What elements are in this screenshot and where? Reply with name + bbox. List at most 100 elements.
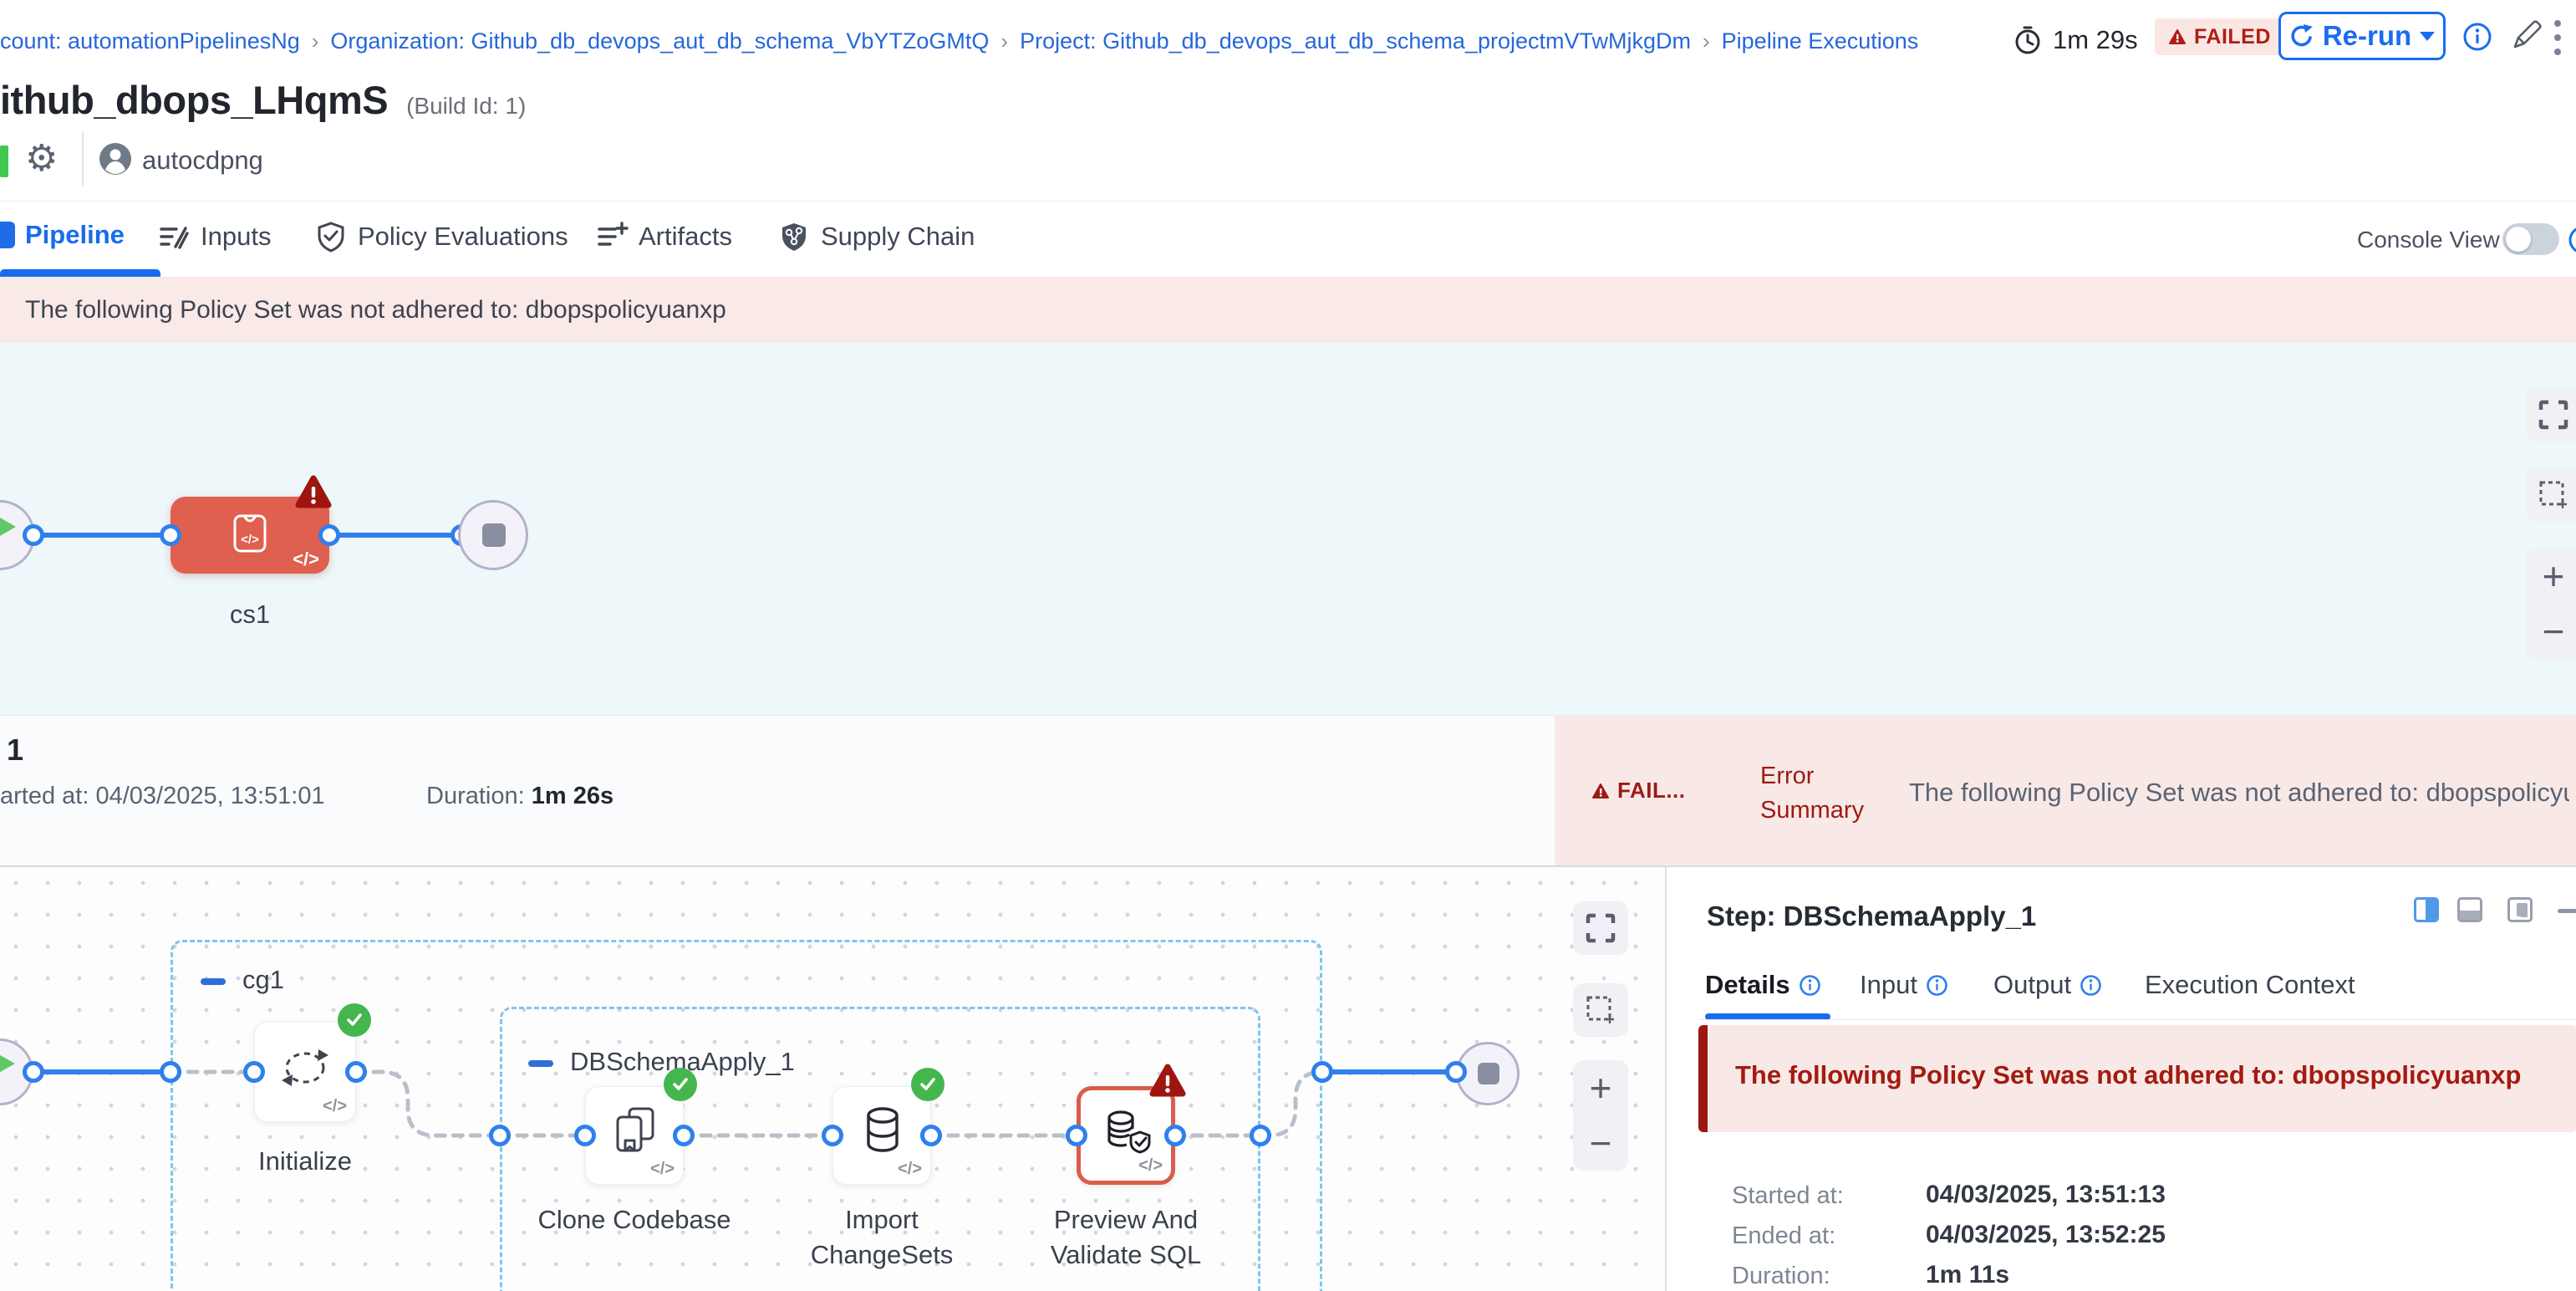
collapse-dbschemaapply-button[interactable] (528, 1060, 553, 1067)
failed-badge-icon (1148, 1062, 1187, 1100)
active-tab-underline (0, 269, 160, 277)
step-details-panel: Step: DBSchemaApply_1 Details (1667, 867, 2576, 1291)
info-icon[interactable] (2462, 22, 2492, 52)
breadcrumb-chevron-icon: › (312, 28, 319, 54)
stop-icon (1478, 1063, 1499, 1084)
console-view-toggle[interactable] (2502, 223, 2559, 255)
connection-point (574, 1125, 596, 1146)
execution-section: cg1 </> Initialize DBSchemaApply_1 (0, 867, 2576, 1291)
status-badge-label: FAILED (2194, 25, 2271, 49)
error-banner-bar (1698, 1025, 1708, 1132)
panel-tab-execution-context-label: Execution Context (2145, 970, 2355, 1000)
tab-policy-evaluations[interactable]: Policy Evaluations (314, 220, 568, 253)
breadcrumb-chevron-icon: › (1703, 28, 1710, 54)
minimize-panel-button[interactable] (2558, 909, 2576, 913)
tab-supply-chain[interactable]: Supply Chain (777, 220, 975, 253)
step-panel-title: Step: DBSchemaApply_1 (1707, 901, 2036, 932)
connection-point (920, 1125, 942, 1146)
build-id: (Build Id: 1) (406, 93, 526, 120)
gear-icon[interactable]: ⚙ (25, 137, 58, 181)
info-icon[interactable] (2568, 225, 2576, 255)
status-color-sliver (0, 145, 8, 177)
pipeline-end-node[interactable] (458, 500, 528, 570)
refresh-icon (278, 1044, 332, 1091)
connection-point (160, 1061, 181, 1083)
tab-inputs[interactable]: Inputs (157, 220, 271, 253)
rerun-button[interactable]: Re-run (2278, 12, 2446, 60)
connection-point (318, 524, 340, 546)
error-summary-line1: Error (1760, 759, 1864, 793)
layout-split-right-button[interactable] (2414, 897, 2439, 922)
play-icon (0, 1052, 15, 1075)
step-node-label: Import ChangeSets (773, 1202, 990, 1273)
elapsed-time-value: 1m 29s (2053, 25, 2138, 55)
marquee-select-icon (1585, 994, 1616, 1026)
tab-pipeline[interactable]: Pipeline (0, 220, 125, 250)
step-node-import-changesets[interactable]: </> (832, 1086, 931, 1185)
zoom-in-button[interactable]: + (2543, 557, 2565, 595)
error-summary-label: Error Summary (1760, 759, 1864, 828)
duration-label: Duration: (426, 783, 525, 809)
breadcrumb-organization[interactable]: Organization: Github_db_devops_aut_db_sc… (330, 28, 989, 54)
layout-split-bottom-button[interactable] (2457, 897, 2482, 922)
started-at-text: arted at: 04/03/2025, 13:51:01 (0, 783, 325, 810)
panel-tab-output[interactable]: Output (1993, 970, 2102, 1000)
fail-chip-label: FAIL... (1617, 778, 1686, 804)
duration-value: 1m 11s (1926, 1261, 2009, 1289)
copy-book-icon (611, 1105, 659, 1156)
error-summary-line2: Summary (1760, 793, 1864, 828)
edit-pencil-icon[interactable] (2507, 15, 2546, 54)
connection-point (23, 524, 44, 546)
console-view-label: Console View (2357, 227, 2500, 253)
step-node-clone-codebase[interactable]: </> (585, 1086, 684, 1185)
canvas-fullscreen-button[interactable] (2526, 388, 2576, 441)
stage-node-label: cs1 (171, 597, 329, 632)
stage-name: 1 (7, 732, 23, 768)
step-node-label: Preview And Validate SQL (1017, 1202, 1235, 1273)
failed-badge-icon (294, 473, 333, 512)
tab-inputs-label: Inputs (201, 222, 271, 252)
breadcrumb-account[interactable]: count: automationPipelinesNg (0, 28, 300, 54)
supply-chain-shield-icon (777, 220, 811, 253)
canvas-select-button[interactable] (1573, 983, 1628, 1037)
success-badge-icon (338, 1003, 371, 1037)
layout-floating-button[interactable] (2507, 897, 2533, 922)
kebab-menu-icon[interactable] (2554, 20, 2561, 55)
toggle-knob (2506, 227, 2531, 252)
panel-tab-input[interactable]: Input (1860, 970, 1948, 1000)
code-glyph: </> (1138, 1156, 1163, 1176)
status-badge: FAILED (2155, 18, 2284, 55)
breadcrumb-pipeline-executions[interactable]: Pipeline Executions (1722, 28, 1919, 54)
zoom-out-button[interactable]: − (2543, 612, 2565, 651)
code-glyph: </> (650, 1160, 675, 1179)
stage-canvas[interactable]: </> </> cs1 (0, 343, 2576, 715)
connector-line (329, 533, 461, 538)
panel-tab-details[interactable]: Details (1705, 970, 1821, 1000)
zoom-in-button[interactable]: + (1590, 1069, 1612, 1107)
step-node-label: Initialize (221, 1144, 389, 1179)
breadcrumb-project[interactable]: Project: Github_db_devops_aut_db_schema_… (1020, 28, 1691, 54)
panel-tab-execution-context[interactable]: Execution Context (2145, 970, 2355, 1000)
success-badge-icon (664, 1068, 697, 1101)
expand-icon (1586, 913, 1616, 943)
collapse-cg1-button[interactable] (201, 978, 226, 985)
started-at-value: 04/03/2025, 13:51:13 (1926, 1181, 2166, 1209)
breadcrumb-chevron-icon: › (1000, 28, 1008, 54)
panel-tab-details-label: Details (1705, 970, 1790, 1000)
execution-canvas[interactable]: cg1 </> Initialize DBSchemaApply_1 (0, 867, 1665, 1291)
step-node-preview-validate-sql[interactable]: </> (1077, 1086, 1175, 1185)
zoom-out-button[interactable]: − (1590, 1124, 1612, 1162)
canvas-zoom-controls: + − (1573, 1060, 1628, 1171)
policy-warning-text: The following Policy Set was not adhered… (25, 277, 726, 343)
pipeline-execution-page: count: automationPipelinesNg › Organizat… (0, 0, 2576, 1291)
started-at-label: Started at: (1732, 1182, 1844, 1210)
policy-warning-banner: The following Policy Set was not adhered… (0, 277, 2576, 343)
canvas-fullscreen-button[interactable] (1573, 901, 1628, 955)
tab-pipeline-label: Pipeline (25, 220, 125, 250)
divider (1698, 1019, 2576, 1020)
connection-point (1066, 1125, 1087, 1146)
canvas-select-button[interactable] (2526, 468, 2576, 522)
marquee-select-icon (2538, 479, 2569, 511)
step-node-initialize[interactable]: </> (254, 1022, 356, 1122)
tab-artifacts[interactable]: Artifacts (595, 220, 732, 253)
